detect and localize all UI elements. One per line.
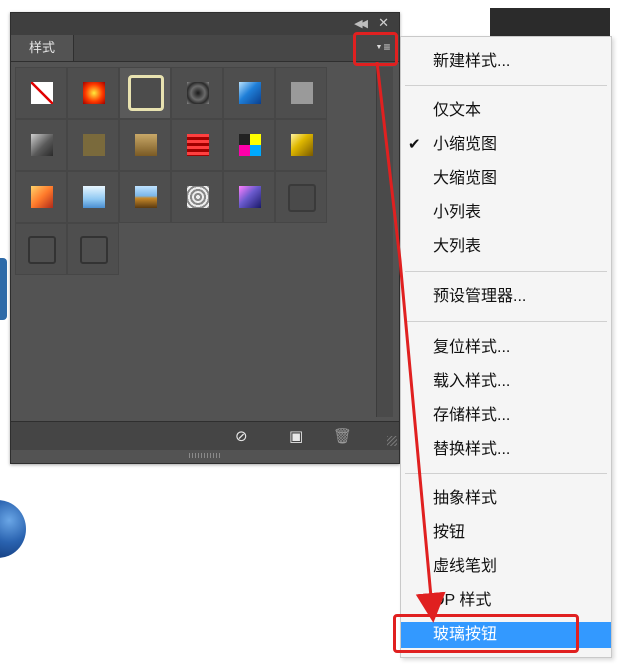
annotation-box-menu-button [353, 32, 398, 66]
annotation-overlay [375, 61, 446, 623]
annotation-arrow [375, 61, 446, 623]
annotation-box-glass-buttons [393, 614, 579, 653]
